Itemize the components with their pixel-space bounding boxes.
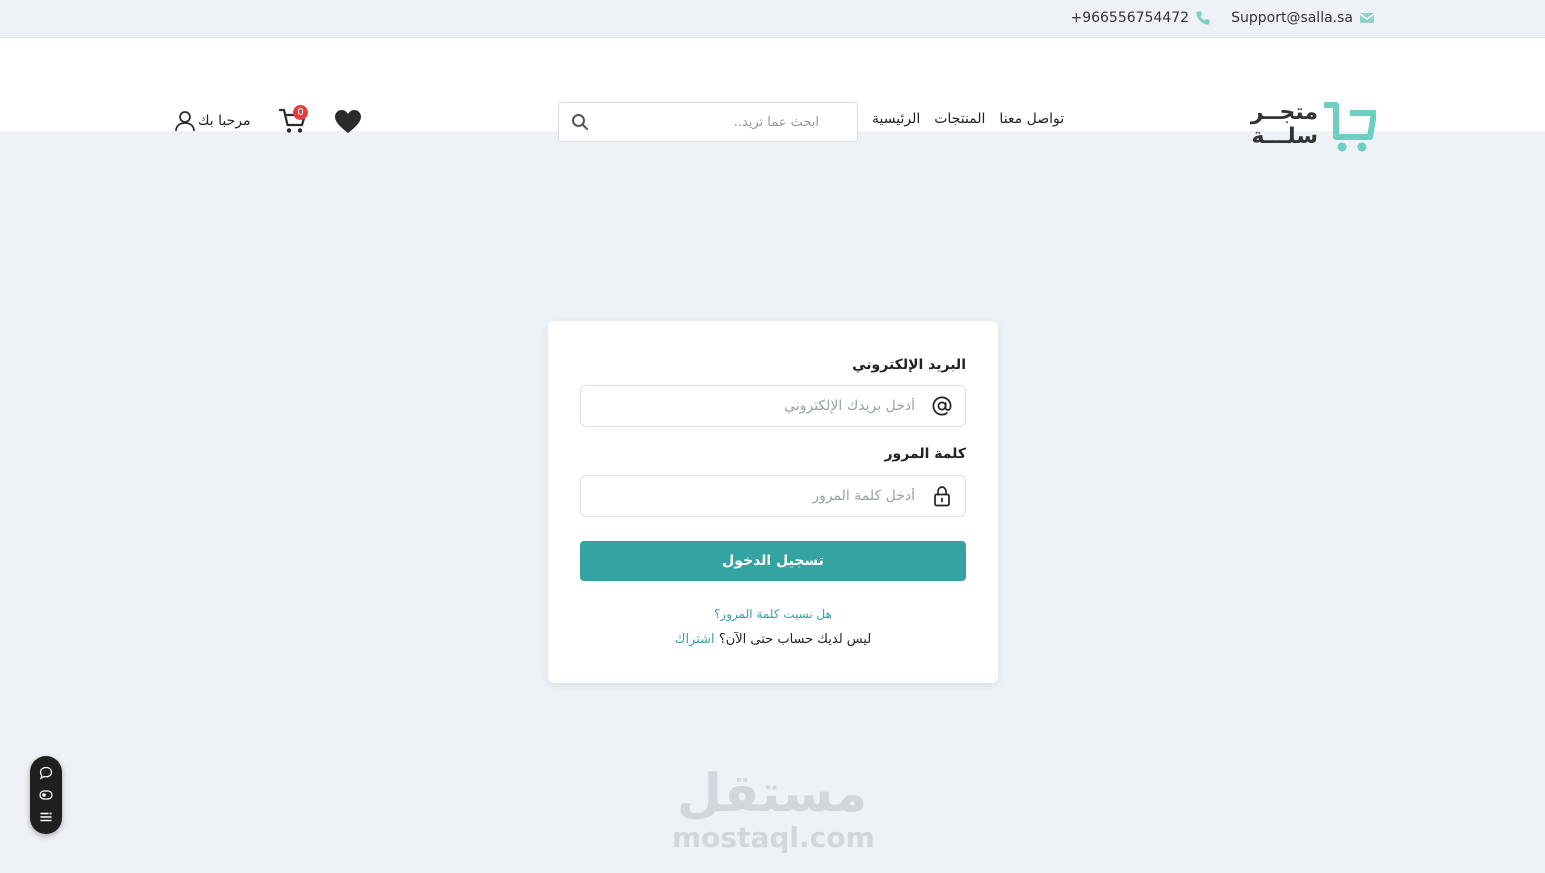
password-label: كلمة المرور [884,446,966,462]
floating-toolbar [30,756,62,834]
logo-text: متجــر سلـــة [1250,100,1318,149]
account-label: مرحبا بك [198,113,251,129]
search-icon[interactable] [571,113,589,131]
email-label: البريد الإلكتروني [852,357,966,373]
lock-icon [934,486,950,507]
login-button[interactable]: تسجيل الدخول [580,541,966,581]
search-box [558,102,858,142]
at-icon [932,396,952,416]
eye-icon[interactable] [39,788,53,802]
support-phone-text: +966556754472 [1070,10,1190,26]
password-input[interactable] [581,476,931,516]
logo-cart-icon [1324,102,1376,152]
top-bar: Support@salla.sa +966556754472 [0,0,1545,38]
watermark: مستقل mostaql.com [672,764,875,854]
watermark-english: mostaql.com [672,821,875,854]
support-email-text: Support@salla.sa [1231,10,1353,26]
password-field [580,475,966,517]
contact-info: Support@salla.sa +966556754472 [1070,10,1375,26]
email-input[interactable] [581,386,931,426]
logo-line-1: متجــر [1250,100,1318,125]
phone-icon [1196,11,1210,25]
nav-home[interactable]: الرئيسية [872,111,920,127]
signup-prompt: ليس لديك حساب حتى الآن؟ اشتراك [548,632,998,647]
email-field [580,385,966,427]
watermark-arabic: مستقل [676,764,868,824]
signup-link[interactable]: اشتراك [675,632,715,647]
main-nav: الرئيسية المنتجات تواصل معنا [872,111,1064,127]
search-input[interactable] [589,114,819,130]
nav-contact[interactable]: تواصل معنا [999,111,1064,127]
nav-products[interactable]: المنتجات [934,111,985,127]
logo-line-2: سلـــة [1251,124,1318,149]
menu-icon[interactable] [39,810,53,824]
no-account-text: ليس لديك حساب حتى الآن؟ [718,632,872,647]
heart-icon[interactable] [334,109,362,135]
support-email[interactable]: Support@salla.sa [1231,10,1375,26]
cart-count-badge: 0 [293,105,308,120]
chat-icon[interactable] [39,766,53,780]
login-card: البريد الإلكتروني كلمة المرور تسجيل الدخ… [548,321,998,683]
forgot-password-link[interactable]: هل نسيت كلمة المرور؟ [548,607,998,621]
store-logo[interactable]: متجــر سلـــة [1250,100,1376,155]
header: متجــر سلـــة الرئيسية المنتجات تواصل مع… [0,38,1545,152]
account-link[interactable]: مرحبا بك [174,110,251,132]
mail-icon [1359,13,1375,23]
support-phone[interactable]: +966556754472 [1070,10,1211,26]
user-icon [175,111,195,132]
